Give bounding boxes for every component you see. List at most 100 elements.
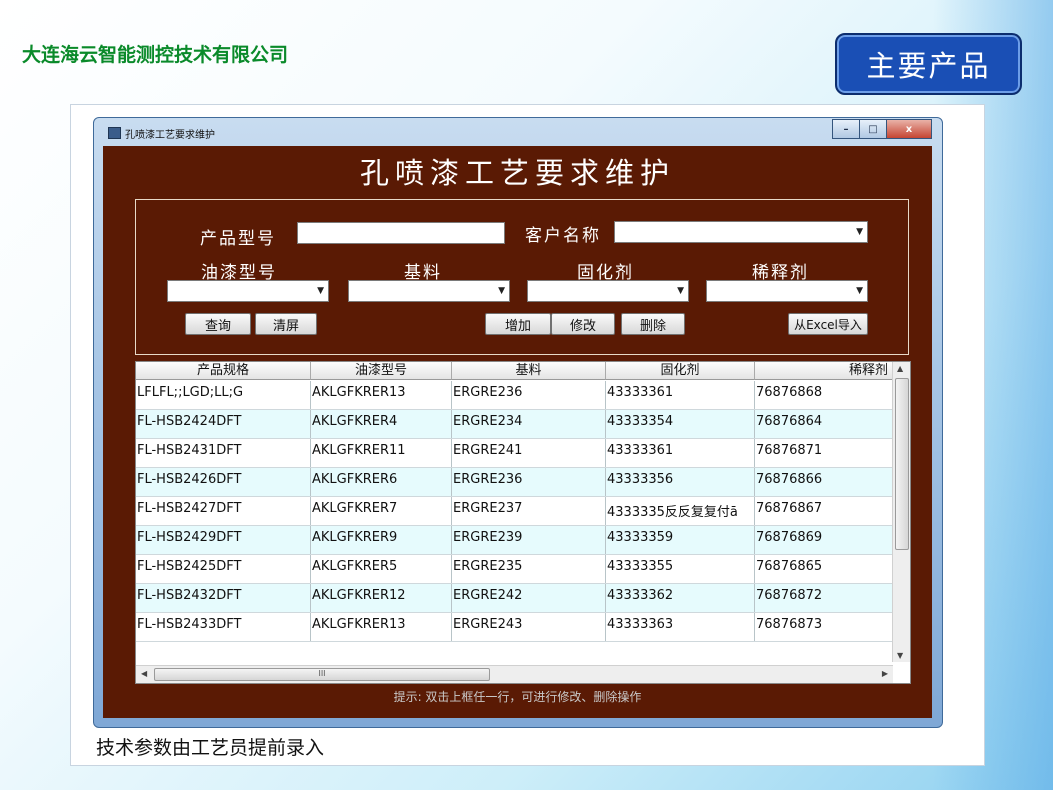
vertical-scrollbar[interactable]: ▲ ▼ (892, 362, 910, 662)
table-cell: FL-HSB2429DFT (136, 526, 311, 554)
query-button[interactable]: 查询 (185, 313, 251, 335)
table-row[interactable]: FL-HSB2429DFT AKLGFKRER9 ERGRE239 433333… (136, 526, 893, 555)
table-cell: ERGRE234 (452, 410, 606, 438)
table-cell: 43333355 (606, 555, 755, 583)
horizontal-scrollbar[interactable]: ◀ III ▶ (136, 665, 893, 683)
base-select[interactable]: ▼ (348, 280, 510, 302)
table-cell: FL-HSB2433DFT (136, 613, 311, 641)
table-cell: 76876871 (755, 439, 893, 467)
table-cell: FL-HSB2427DFT (136, 497, 311, 525)
customer-label: 客户名称 (525, 226, 601, 246)
table-row[interactable]: FL-HSB2433DFT AKLGFKRER13 ERGRE243 43333… (136, 613, 893, 642)
table-cell: FL-HSB2425DFT (136, 555, 311, 583)
table-cell: FL-HSB2426DFT (136, 468, 311, 496)
customer-select[interactable]: ▼ (614, 221, 868, 243)
paint-model-select[interactable]: ▼ (167, 280, 329, 302)
import-excel-button[interactable]: 从Excel导入 (788, 313, 868, 335)
scroll-down-icon[interactable]: ▼ (897, 651, 903, 660)
grid-header: 产品规格 油漆型号 基料 固化剂 稀释剂 (136, 362, 893, 381)
table-cell: AKLGFKRER5 (311, 555, 452, 583)
table-cell: 76876867 (755, 497, 893, 525)
table-cell: AKLGFKRER9 (311, 526, 452, 554)
table-cell: 76876865 (755, 555, 893, 583)
table-cell: ERGRE236 (452, 381, 606, 409)
clear-button[interactable]: 清屏 (255, 313, 317, 335)
horizontal-scroll-thumb[interactable]: III (154, 668, 490, 681)
modify-button[interactable]: 修改 (551, 313, 615, 335)
table-row[interactable]: FL-HSB2426DFT AKLGFKRER6 ERGRE236 433333… (136, 468, 893, 497)
column-header[interactable]: 固化剂 (606, 362, 755, 380)
chevron-down-icon: ▼ (856, 286, 863, 296)
app-icon (108, 127, 121, 139)
table-cell: FL-HSB2432DFT (136, 584, 311, 612)
title-bar[interactable]: 孔喷漆工艺要求维护 – □ x (94, 118, 942, 144)
table-cell: LFLFL;;LGD;LL;G (136, 381, 311, 409)
table-cell: AKLGFKRER4 (311, 410, 452, 438)
table-cell: AKLGFKRER7 (311, 497, 452, 525)
table-cell: AKLGFKRER11 (311, 439, 452, 467)
table-cell: 43333361 (606, 439, 755, 467)
table-cell: AKLGFKRER12 (311, 584, 452, 612)
minimize-button[interactable]: – (832, 119, 860, 139)
table-row[interactable]: FL-HSB2432DFT AKLGFKRER12 ERGRE242 43333… (136, 584, 893, 613)
table-cell: ERGRE239 (452, 526, 606, 554)
table-row[interactable]: LFLFL;;LGD;LL;G AKLGFKRER13 ERGRE236 433… (136, 381, 893, 410)
table-cell: AKLGFKRER6 (311, 468, 452, 496)
diluent-select[interactable]: ▼ (706, 280, 868, 302)
scroll-up-icon[interactable]: ▲ (897, 364, 903, 373)
column-header[interactable]: 油漆型号 (311, 362, 452, 380)
chevron-down-icon: ▼ (677, 286, 684, 296)
data-grid: 产品规格 油漆型号 基料 固化剂 稀释剂 LFLFL;;LGD;LL;G AKL… (135, 361, 911, 684)
table-row[interactable]: FL-HSB2427DFT AKLGFKRER7 ERGRE237 433333… (136, 497, 893, 526)
table-cell: 76876869 (755, 526, 893, 554)
column-header[interactable]: 稀释剂 (755, 362, 893, 380)
table-cell: 43333354 (606, 410, 755, 438)
table-cell: 76876866 (755, 468, 893, 496)
company-name: 大连海云智能测控技术有限公司 (22, 44, 289, 66)
table-cell: 43333356 (606, 468, 755, 496)
window-title: 孔喷漆工艺要求维护 (125, 130, 215, 141)
table-cell: 43333363 (606, 613, 755, 641)
close-button[interactable]: x (886, 119, 932, 139)
table-cell: 43333359 (606, 526, 755, 554)
scroll-left-icon[interactable]: ◀ (141, 669, 147, 678)
table-cell: 76876873 (755, 613, 893, 641)
chevron-down-icon: ▼ (317, 286, 324, 296)
table-cell: AKLGFKRER13 (311, 381, 452, 409)
table-cell: 76876864 (755, 410, 893, 438)
scroll-right-icon[interactable]: ▶ (882, 669, 888, 678)
product-model-label: 产品型号 (200, 229, 276, 249)
table-cell: AKLGFKRER13 (311, 613, 452, 641)
app-window: 孔喷漆工艺要求维护 – □ x 孔喷漆工艺要求维护 产品型号 客户名称 ▼ 油漆… (93, 117, 943, 728)
table-cell: ERGRE237 (452, 497, 606, 525)
table-cell: 43333362 (606, 584, 755, 612)
table-cell: ERGRE243 (452, 613, 606, 641)
table-cell: ERGRE242 (452, 584, 606, 612)
table-cell: 4333335反反复复付ā (606, 497, 755, 525)
client-area: 孔喷漆工艺要求维护 产品型号 客户名称 ▼ 油漆型号 基料 固化剂 稀释剂 ▼ … (103, 146, 932, 718)
section-tag: 主要产品 (835, 33, 1022, 95)
product-model-input[interactable] (297, 222, 505, 244)
table-cell: 43333361 (606, 381, 755, 409)
table-row[interactable]: FL-HSB2424DFT AKLGFKRER4 ERGRE234 433333… (136, 410, 893, 439)
table-cell: ERGRE235 (452, 555, 606, 583)
maximize-button[interactable]: □ (859, 119, 887, 139)
chevron-down-icon: ▼ (498, 286, 505, 296)
table-cell: ERGRE236 (452, 468, 606, 496)
delete-button[interactable]: 删除 (621, 313, 685, 335)
column-header[interactable]: 产品规格 (136, 362, 311, 380)
column-header[interactable]: 基料 (452, 362, 606, 380)
chevron-down-icon: ▼ (856, 227, 863, 237)
vertical-scroll-thumb[interactable] (895, 378, 909, 550)
table-row[interactable]: FL-HSB2425DFT AKLGFKRER5 ERGRE235 433333… (136, 555, 893, 584)
curing-agent-select[interactable]: ▼ (527, 280, 689, 302)
table-cell: 76876872 (755, 584, 893, 612)
add-button[interactable]: 增加 (485, 313, 551, 335)
table-cell: FL-HSB2431DFT (136, 439, 311, 467)
page-title: 孔喷漆工艺要求维护 (359, 156, 675, 190)
table-cell: 76876868 (755, 381, 893, 409)
table-row[interactable]: FL-HSB2431DFT AKLGFKRER11 ERGRE241 43333… (136, 439, 893, 468)
table-cell: ERGRE241 (452, 439, 606, 467)
table-cell: FL-HSB2424DFT (136, 410, 311, 438)
hint-text: 提示: 双击上框任一行，可进行修改、删除操作 (393, 690, 642, 704)
